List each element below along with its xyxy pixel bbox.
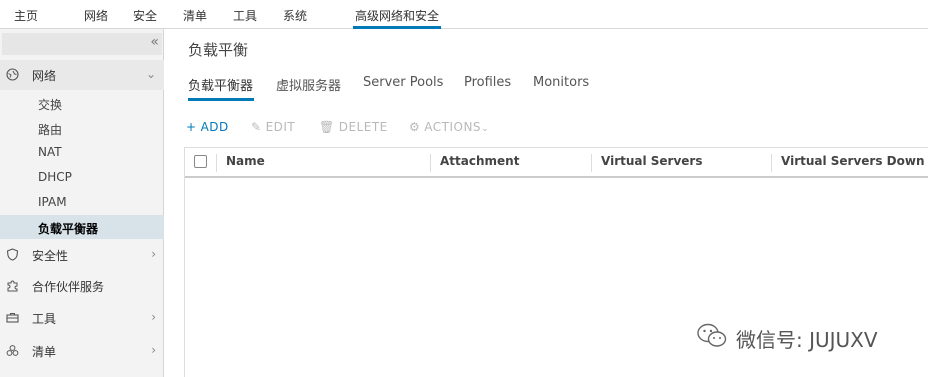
sidebar-collapse-button[interactable]: « [2,33,162,55]
sidebar-item-dhcp[interactable]: DHCP [0,165,164,189]
sidebar-group-label: 清单 [32,345,57,359]
sidebar-group-partner-services[interactable]: 合作伙伴服务 [0,271,164,301]
sidebar-item-routing[interactable]: 路由 [0,116,164,140]
sidebar-group-label: 安全性 [32,249,69,263]
sidebar-group-label: 合作伙伴服务 [32,280,105,294]
sidebar-group-tools[interactable]: 工具 › [0,303,164,333]
sidebar-item-ipam[interactable]: IPAM [0,190,164,214]
actions-dropdown[interactable]: ⚙ ACTIONS⌄ [409,120,489,134]
column-header-virtual-servers[interactable]: Virtual Servers [601,154,703,168]
select-all-checkbox[interactable] [194,155,207,168]
tab-monitors[interactable]: Monitors [533,75,589,90]
sidebar-item-switching[interactable]: 交换 [0,91,164,115]
double-chevron-left-icon: « [150,34,159,50]
sidebar: « 网络 ⌄ 交换 路由 NAT DHCP IPAM 负载平衡器 安全性 › 合… [0,29,164,377]
watermark-text: 微信号: JUJUXV [736,328,878,352]
tab-virtual-servers[interactable]: 虚拟服务器 [276,75,341,94]
topnav-network[interactable]: 网络 [84,7,108,24]
sidebar-group-inventory[interactable]: 清单 › [0,336,164,366]
column-separator[interactable] [771,154,772,172]
wechat-icon [697,323,727,347]
sidebar-item-label: IPAM [38,195,67,209]
actions-dropdown-label: ACTIONS [424,120,482,134]
sidebar-item-label: 负载平衡器 [38,222,99,236]
delete-button[interactable]: 🗑 DELETE [319,120,388,134]
column-separator [216,154,217,172]
sidebar-item-nat[interactable]: NAT [0,140,164,164]
sidebar-group-label: 工具 [32,312,57,326]
sidebar-item-label: 路由 [38,123,63,137]
tab-load-balancers[interactable]: 负载平衡器 [188,75,253,94]
topnav-advanced-networking[interactable]: 高级网络和安全 [355,7,439,24]
chevron-down-icon: ⌄ [145,67,156,81]
column-header-name[interactable]: Name [226,154,265,168]
sidebar-group-label: 网络 [32,69,57,83]
chevron-right-icon: › [151,247,156,261]
add-button[interactable]: + ADD [186,120,229,134]
trash-icon: 🗑 [319,120,335,134]
plus-icon: + [186,120,197,134]
shield-icon [6,248,19,261]
network-icon [6,68,19,81]
topnav-security[interactable]: 安全 [133,7,157,24]
edit-button-label: EDIT [265,120,296,134]
table-header: Name Attachment Virtual Servers Virtual … [185,148,928,178]
tab-server-pools[interactable]: Server Pools [363,75,443,90]
topnav-system[interactable]: 系统 [283,7,307,24]
puzzle-icon [7,280,18,292]
sidebar-item-load-balancer[interactable]: 负载平衡器 [0,215,164,239]
topnav-active-indicator [353,26,441,29]
tab-profiles[interactable]: Profiles [464,75,511,90]
sidebar-group-network[interactable]: 网络 ⌄ [0,60,164,90]
column-separator[interactable] [430,154,431,172]
chevron-right-icon: › [151,343,156,357]
column-header-virtual-servers-down[interactable]: Virtual Servers Down [781,154,925,168]
gear-icon: ⚙ [409,120,421,134]
topnav-home[interactable]: 主页 [14,7,38,24]
active-tab-indicator [188,98,254,101]
sidebar-item-label: DHCP [38,170,72,184]
inventory-icon [6,345,19,356]
toolbox-icon [6,313,19,323]
topnav-tools[interactable]: 工具 [233,7,257,24]
sidebar-group-security[interactable]: 安全性 › [0,240,164,270]
edit-button[interactable]: ✎ EDIT [251,120,295,134]
topnav-inventory[interactable]: 清单 [183,7,207,24]
column-header-attachment[interactable]: Attachment [440,154,519,168]
caret-down-icon: ⌄ [481,124,490,134]
page-title: 负载平衡 [188,41,249,59]
sidebar-item-label: 交换 [38,98,63,112]
top-nav: 主页 网络 安全 清单 工具 系统 高级网络和安全 [0,0,928,29]
add-button-label: ADD [200,120,229,134]
column-separator[interactable] [591,154,592,172]
chevron-right-icon: › [151,310,156,324]
delete-button-label: DELETE [338,120,388,134]
pencil-icon: ✎ [251,120,262,134]
sidebar-item-label: NAT [38,145,62,159]
